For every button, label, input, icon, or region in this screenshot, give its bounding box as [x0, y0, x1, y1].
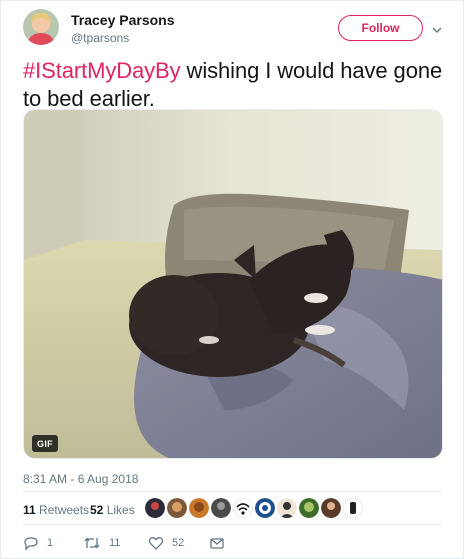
reply-button[interactable]: 1	[23, 533, 53, 553]
envelope-icon	[209, 535, 225, 551]
chevron-down-icon[interactable]	[432, 22, 442, 33]
likes-label: Likes	[103, 503, 135, 517]
tweet-timestamp[interactable]: 8:31 AM - 6 Aug 2018	[23, 472, 138, 486]
liker-avatar[interactable]	[211, 498, 231, 518]
gif-badge: GIF	[32, 435, 58, 452]
liker-avatar[interactable]	[321, 498, 341, 518]
tweet-actions: 1 11 52	[23, 533, 443, 553]
gif-media[interactable]: GIF	[23, 109, 443, 459]
liker-avatar[interactable]	[255, 498, 275, 518]
likes-count: 52	[90, 503, 104, 517]
direct-message-button[interactable]	[209, 533, 225, 553]
reply-count: 1	[47, 537, 54, 549]
hashtag-link[interactable]: #IStartMyDayBy	[23, 58, 181, 83]
retweets-count: 11	[23, 503, 36, 517]
retweet-button[interactable]: 11	[83, 533, 120, 553]
tweet-header: Tracey Parsons @tparsons Follow	[23, 9, 443, 49]
likes-stat[interactable]: 52 Likes	[90, 503, 135, 517]
liker-avatar[interactable]	[277, 498, 297, 518]
author-name[interactable]: Tracey Parsons	[71, 12, 175, 28]
tweet-text: #IStartMyDayBy wishing I would have gone…	[23, 57, 443, 113]
retweets-label: Retweets	[35, 503, 90, 517]
liker-avatar[interactable]	[189, 498, 209, 518]
tweet-card: Tracey Parsons @tparsons Follow #IStartM…	[0, 0, 464, 559]
dog-on-bed-gif-image	[24, 110, 442, 458]
retweets-stat[interactable]: 11 Retweets	[23, 503, 89, 517]
reply-icon	[23, 535, 39, 551]
author-handle[interactable]: @tparsons	[71, 31, 129, 45]
author-avatar[interactable]	[23, 9, 59, 45]
like-count: 52	[172, 537, 185, 549]
retweet-count: 11	[109, 537, 121, 549]
liker-avatar[interactable]	[233, 498, 253, 518]
liker-avatar[interactable]	[167, 498, 187, 518]
retweet-icon	[83, 535, 101, 551]
divider	[23, 491, 443, 492]
liker-avatar[interactable]	[145, 498, 165, 518]
divider	[23, 524, 443, 525]
liker-avatar[interactable]	[299, 498, 319, 518]
like-button[interactable]: 52	[148, 533, 184, 553]
heart-icon	[148, 535, 164, 551]
liker-avatar[interactable]	[343, 498, 363, 518]
tweet-stats: 11 Retweets 52 Likes	[23, 497, 443, 521]
follow-button[interactable]: Follow	[338, 15, 423, 41]
